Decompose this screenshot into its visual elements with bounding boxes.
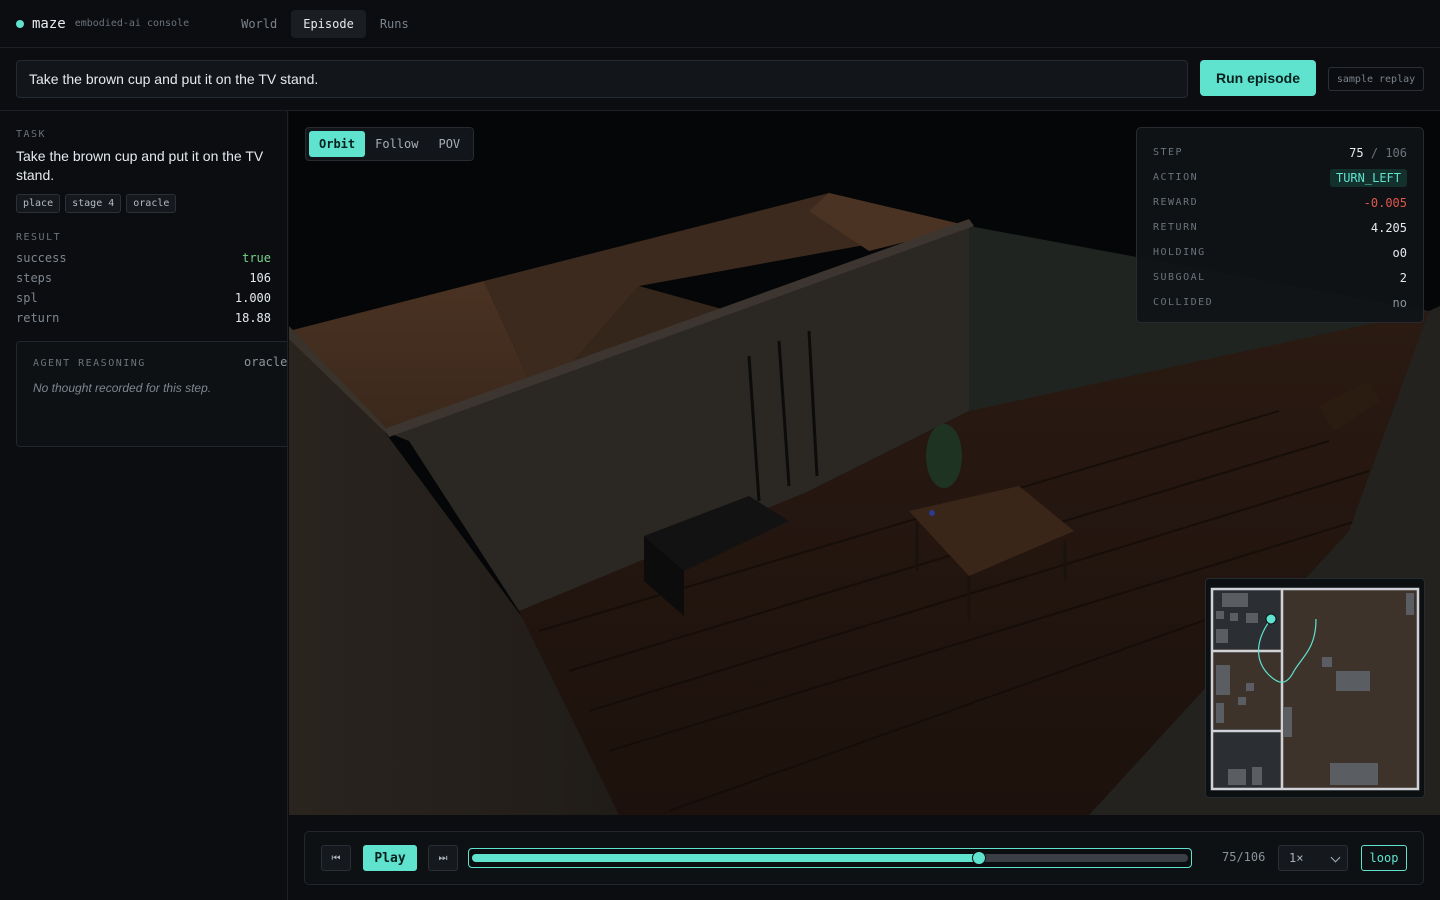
sidebar: TASK Take the brown cup and put it on th… bbox=[0, 111, 288, 900]
minimap[interactable] bbox=[1205, 578, 1425, 798]
skip-back-icon[interactable]: ⏮ bbox=[321, 845, 351, 871]
agent-reasoning-panel: AGENT REASONING oracle No thought record… bbox=[16, 341, 288, 447]
minimap-agent-icon bbox=[1265, 613, 1277, 625]
scrubber-track bbox=[472, 851, 1188, 865]
tab-runs[interactable]: Runs bbox=[368, 10, 421, 38]
result-value: 1.000 bbox=[234, 291, 271, 305]
task-section-label: TASK bbox=[16, 129, 47, 140]
result-value: 106 bbox=[249, 271, 271, 285]
task-tags: place stage 4 oracle bbox=[16, 194, 181, 213]
hud-row-step: STEP 75 / 106 bbox=[1153, 140, 1407, 165]
hud-step-current: 75 bbox=[1349, 145, 1364, 160]
timeline-scrubber[interactable] bbox=[468, 848, 1192, 868]
hud-key: ACTION bbox=[1153, 172, 1199, 183]
hud-key: HOLDING bbox=[1153, 247, 1206, 258]
camera-follow-button[interactable]: Follow bbox=[365, 131, 428, 157]
app-name: maze bbox=[32, 15, 66, 32]
hud-key: STEP bbox=[1153, 147, 1184, 158]
camera-pov-button[interactable]: POV bbox=[428, 131, 470, 157]
reasoning-mode: oracle bbox=[244, 355, 288, 369]
reasoning-text: No thought recorded for this step. bbox=[33, 381, 212, 395]
tab-episode[interactable]: Episode bbox=[291, 9, 366, 38]
hud-row-subgoal: SUBGOAL 2 bbox=[1153, 265, 1407, 290]
tag-place: place bbox=[16, 194, 61, 213]
speed-select[interactable]: 1× bbox=[1278, 845, 1348, 871]
result-key: steps bbox=[16, 271, 53, 285]
sample-replay-badge[interactable]: sample replay bbox=[1328, 67, 1424, 91]
step-counter: 75/106 bbox=[1222, 850, 1266, 864]
scene-viewport[interactable]: Orbit Follow POV STEP 75 / 106 ACTION TU… bbox=[289, 111, 1440, 815]
tab-world[interactable]: World bbox=[229, 10, 289, 38]
hud-key: RETURN bbox=[1153, 222, 1199, 233]
task-description: Take the brown cup and put it on the TV … bbox=[16, 148, 264, 183]
hud-step-total: 106 bbox=[1385, 145, 1407, 160]
hud-return-value: 4.205 bbox=[1370, 220, 1407, 235]
result-key: success bbox=[16, 251, 67, 265]
hud-holding-value: o0 bbox=[1392, 245, 1407, 260]
result-section-label: RESULT bbox=[16, 232, 62, 243]
result-row-steps: steps 106 bbox=[16, 268, 271, 288]
play-button[interactable]: Play bbox=[363, 845, 417, 871]
scrubber-fill bbox=[472, 854, 979, 862]
hud-key: SUBGOAL bbox=[1153, 272, 1206, 283]
hud-collided-value: no bbox=[1392, 295, 1407, 310]
agent-marker bbox=[929, 510, 935, 516]
hud-step-value: 75 / 106 bbox=[1349, 146, 1407, 160]
instruction-input[interactable] bbox=[16, 60, 1188, 98]
plant bbox=[926, 424, 962, 488]
tag-stage: stage 4 bbox=[65, 194, 122, 213]
camera-mode-selector: Orbit Follow POV bbox=[305, 127, 475, 161]
speed-value: 1× bbox=[1289, 851, 1304, 865]
status-dot-icon bbox=[16, 19, 24, 28]
brand: maze embodied-ai console bbox=[16, 16, 189, 32]
result-row-spl: spl 1.000 bbox=[16, 288, 271, 308]
hud-row-reward: REWARD -0.005 bbox=[1153, 190, 1407, 215]
hud-row-collided: COLLIDED no bbox=[1153, 290, 1407, 315]
step-hud: STEP 75 / 106 ACTION TURN_LEFT REWARD -0… bbox=[1136, 127, 1424, 323]
result-key: spl bbox=[16, 291, 38, 305]
run-episode-button[interactable]: Run episode bbox=[1200, 60, 1316, 96]
hud-row-holding: HOLDING o0 bbox=[1153, 240, 1407, 265]
loop-toggle[interactable]: loop bbox=[1361, 845, 1407, 871]
hud-reward-value: -0.005 bbox=[1363, 195, 1407, 210]
hud-key: REWARD bbox=[1153, 197, 1199, 208]
camera-orbit-button[interactable]: Orbit bbox=[309, 131, 366, 157]
result-value: true bbox=[242, 251, 271, 265]
minimap-canvas bbox=[1210, 587, 1420, 791]
result-value: 18.88 bbox=[234, 311, 271, 325]
result-row-success: success true bbox=[16, 248, 271, 268]
top-bar: maze embodied-ai console World Episode R… bbox=[0, 0, 1440, 48]
scrubber-thumb[interactable] bbox=[971, 851, 986, 865]
hud-key: COLLIDED bbox=[1153, 297, 1214, 308]
tag-oracle: oracle bbox=[126, 194, 177, 213]
nav-tabs: World Episode Runs bbox=[229, 9, 423, 38]
app-subtitle: embodied-ai console bbox=[74, 18, 190, 29]
chevron-down-icon bbox=[1330, 852, 1341, 863]
hud-row-action: ACTION TURN_LEFT bbox=[1153, 165, 1407, 190]
result-row-return: return 18.88 bbox=[16, 308, 271, 328]
hud-action-badge: TURN_LEFT bbox=[1329, 168, 1407, 187]
hud-subgoal-value: 2 bbox=[1399, 270, 1407, 285]
result-list: success true steps 106 spl 1.000 return … bbox=[16, 248, 271, 328]
hud-step-separator: / bbox=[1370, 145, 1379, 160]
result-key: return bbox=[16, 311, 60, 325]
task-bar: Run episode sample replay bbox=[0, 48, 1440, 111]
playback-bar: ⏮ Play ⏭ 75/106 1× loop bbox=[304, 831, 1424, 885]
skip-forward-icon[interactable]: ⏭ bbox=[428, 845, 458, 871]
reasoning-label: AGENT REASONING bbox=[33, 358, 146, 369]
hud-row-return: RETURN 4.205 bbox=[1153, 215, 1407, 240]
